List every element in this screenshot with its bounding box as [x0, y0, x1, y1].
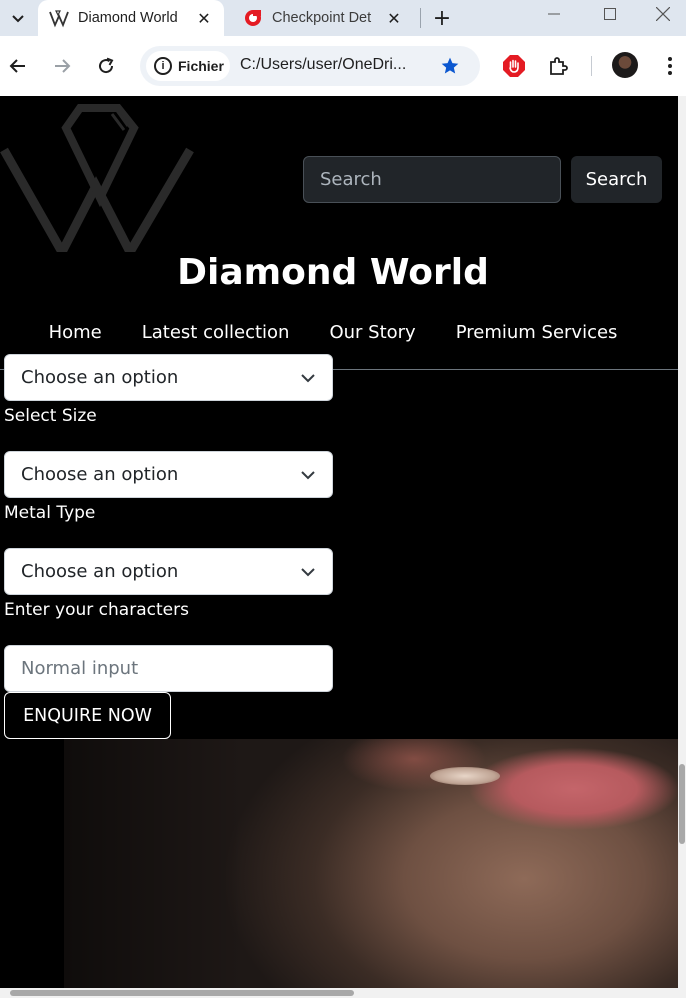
horizontal-scrollbar[interactable]	[0, 988, 686, 998]
checkpoint-favicon-icon	[242, 7, 264, 29]
metal-type-label: Metal Type	[4, 503, 96, 523]
close-tab-icon[interactable]: ✕	[382, 6, 406, 30]
tab-diamond-world[interactable]: Diamond World ✕	[38, 0, 224, 36]
toolbar-separator	[591, 56, 592, 76]
select-value: Choose an option	[21, 561, 179, 582]
lips-photo	[64, 739, 678, 988]
size-label: Select Size	[4, 406, 97, 426]
browser-menu-icon[interactable]	[660, 52, 680, 80]
new-tab-icon[interactable]: +	[428, 4, 456, 32]
tab-search-icon[interactable]	[6, 6, 30, 30]
back-arrow-icon[interactable]	[4, 52, 32, 80]
forward-arrow-icon[interactable]	[48, 52, 76, 80]
window-close-icon[interactable]	[640, 0, 686, 28]
select-value: Choose an option	[21, 367, 179, 388]
page-content: Search Search Diamond World Home Latest …	[0, 96, 678, 988]
search-input[interactable]: Search	[303, 156, 561, 203]
site-title: Diamond World	[177, 252, 489, 293]
tab-checkpoint[interactable]: Checkpoint Det ✕	[234, 0, 414, 36]
nav-latest-collection[interactable]: Latest collection	[142, 322, 290, 343]
browser-toolbar: i Fichier C:/Users/user/OneDri...	[0, 36, 686, 96]
url-text[interactable]: C:/Users/user/OneDri...	[240, 56, 430, 74]
bookmark-star-icon[interactable]	[438, 54, 462, 78]
close-tab-icon[interactable]: ✕	[192, 6, 216, 30]
browser-chrome: Diamond World ✕ Checkpoint Det ✕ + i Fic…	[0, 0, 686, 96]
characters-label: Enter your characters	[4, 600, 189, 620]
enquire-now-button[interactable]: ENQUIRE NOW	[4, 692, 171, 739]
main-nav: Home Latest collection Our Story Premium…	[0, 322, 666, 343]
tab-separator	[420, 8, 421, 28]
extensions-puzzle-icon[interactable]	[545, 52, 573, 80]
reload-icon[interactable]	[92, 52, 120, 80]
adblock-extension-icon[interactable]	[500, 52, 528, 80]
photo-teeth	[430, 767, 500, 785]
chevron-down-icon	[301, 471, 315, 480]
site-info-label: Fichier	[178, 58, 224, 74]
site-info-chip[interactable]: i Fichier	[146, 51, 230, 81]
search-button[interactable]: Search	[571, 156, 662, 203]
scrollbar-thumb[interactable]	[10, 990, 354, 996]
diamond-world-logo	[0, 104, 194, 252]
select-value: Choose an option	[21, 464, 179, 485]
option-select[interactable]: Choose an option	[4, 354, 333, 401]
vertical-scrollbar[interactable]	[678, 96, 686, 988]
photo-shadow	[64, 739, 244, 988]
tab-strip: Diamond World ✕ Checkpoint Det ✕ +	[0, 0, 686, 36]
tab-title: Diamond World	[78, 10, 178, 26]
address-bar[interactable]: i Fichier C:/Users/user/OneDri...	[140, 46, 480, 86]
chevron-down-icon	[301, 374, 315, 383]
nav-home[interactable]: Home	[49, 322, 102, 343]
profile-avatar[interactable]	[612, 52, 638, 78]
nav-premium-services[interactable]: Premium Services	[456, 322, 618, 343]
size-select[interactable]: Choose an option	[4, 451, 333, 498]
chevron-down-icon	[301, 568, 315, 577]
scrollbar-thumb[interactable]	[679, 764, 685, 844]
nav-our-story[interactable]: Our Story	[329, 322, 415, 343]
metal-type-select[interactable]: Choose an option	[4, 548, 333, 595]
tab-title: Checkpoint Det	[272, 10, 372, 26]
minimize-icon[interactable]	[526, 0, 582, 28]
info-icon: i	[154, 57, 172, 75]
characters-input[interactable]: Normal input	[4, 645, 333, 692]
diamond-world-favicon-icon	[48, 7, 70, 29]
maximize-icon[interactable]	[582, 0, 638, 28]
